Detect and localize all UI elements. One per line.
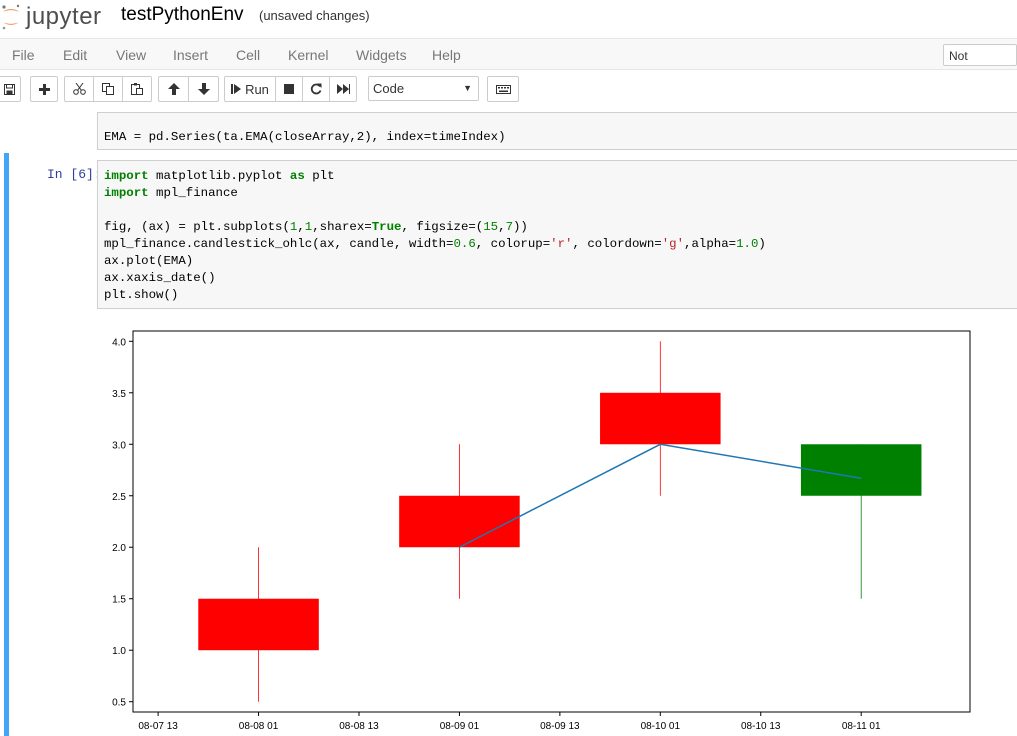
menu-cell[interactable]: Cell	[236, 47, 260, 63]
copy-button[interactable]	[93, 76, 123, 102]
menubar: File Edit View Insert Cell Kernel Widget…	[0, 38, 1017, 85]
save-status: (unsaved changes)	[259, 8, 370, 23]
move-down-button[interactable]	[188, 76, 219, 102]
x-tick-label: 08-07 13	[138, 721, 178, 732]
y-tick-label: 1.0	[112, 646, 126, 657]
paste-button[interactable]	[122, 76, 152, 102]
x-tick-label: 08-08 13	[339, 721, 379, 732]
code-line: fig, (ax) = plt.subplots(1,1,sharex=True…	[104, 220, 528, 234]
candlestick-chart: 0.5 1.0 1.5 2.0 2.5 3.0 3.5 4.0 08-07 13 08-08 01…	[112, 330, 971, 732]
arrow-down-icon	[197, 83, 210, 95]
y-tick-label: 3.0	[112, 440, 126, 451]
cell-type-value: Code	[373, 81, 405, 96]
x-tick-label: 08-10 01	[641, 721, 681, 732]
paste-icon	[131, 83, 143, 95]
save-button[interactable]	[0, 76, 21, 102]
interrupt-button[interactable]	[275, 76, 303, 102]
code-block: import matplotlib.pyplot as plt import mp…	[104, 168, 766, 304]
code-line: ​	[104, 202, 766, 219]
code-line: ax.xaxis_date()	[104, 271, 216, 285]
run-button[interactable]: Run	[224, 76, 276, 102]
notebook-name[interactable]: testPythonEnv	[121, 4, 244, 26]
notebook-container: EMA = pd.Series(ta.EMA(closeArray,2), in…	[0, 108, 1017, 736]
keyboard-icon	[495, 84, 511, 94]
move-up-button[interactable]	[158, 76, 189, 102]
code-line: import matplotlib.pyplot as plt	[104, 169, 335, 183]
previous-cell-input[interactable]: EMA = pd.Series(ta.EMA(closeArray,2), in…	[97, 112, 1017, 150]
menu-insert[interactable]: Insert	[173, 47, 208, 63]
plus-icon	[38, 83, 50, 95]
code-line: mpl_finance.candlestick_ohlc(ax, candle,…	[104, 237, 766, 251]
arrow-up-icon	[167, 83, 180, 95]
logo-text: jupyter	[26, 3, 102, 30]
y-tick-label: 3.5	[112, 389, 126, 400]
cut-button[interactable]	[64, 76, 94, 102]
candle-body	[198, 598, 319, 651]
restart-button[interactable]	[302, 76, 330, 102]
code-line: EMA = pd.Series(ta.EMA(closeArray,2), in…	[104, 130, 506, 144]
toolbar: Run Code ▼	[0, 70, 1017, 108]
move-button-group	[158, 76, 219, 102]
candle-body	[800, 444, 922, 496]
x-tick-label: 08-08 01	[239, 721, 279, 732]
x-tick-label: 08-11 01	[842, 721, 881, 732]
chevron-down-icon: ▼	[463, 83, 472, 93]
cut-icon	[72, 83, 86, 95]
code-line: import mpl_finance	[104, 186, 238, 200]
cell-input-editor[interactable]: import matplotlib.pyplot as plt import mp…	[97, 160, 1017, 309]
x-tick-label: 08-09 13	[540, 721, 580, 732]
run-button-group: Run	[224, 76, 357, 102]
menu-kernel[interactable]: Kernel	[288, 47, 328, 63]
jupyter-logo[interactable]: jupyter	[0, 2, 102, 32]
menu-help[interactable]: Help	[432, 47, 461, 63]
x-tick-label: 08-10 13	[741, 721, 781, 732]
jupyter-logo-icon	[2, 4, 20, 30]
menu-edit[interactable]: Edit	[63, 47, 87, 63]
not-trusted-button[interactable]: Not Trusted	[943, 44, 1017, 85]
fast-forward-icon	[336, 84, 350, 94]
code-line: ax.plot(EMA)	[104, 254, 194, 268]
y-tick-label: 1.5	[112, 595, 126, 606]
step-forward-icon	[231, 84, 242, 94]
y-tick-label: 4.0	[112, 337, 126, 348]
restart-run-all-button[interactable]	[329, 76, 357, 102]
command-palette-button[interactable]	[487, 76, 519, 102]
y-tick-label: 2.5	[112, 492, 126, 503]
header: jupyter testPythonEnv (unsaved changes)	[0, 0, 1017, 38]
edit-button-group	[64, 76, 152, 102]
save-icon	[4, 83, 15, 95]
menu-widgets[interactable]: Widgets	[356, 47, 407, 63]
x-tick-label: 08-09 01	[440, 721, 480, 732]
insert-cell-button[interactable]	[30, 76, 58, 102]
stop-icon	[284, 84, 294, 94]
y-tick-label: 2.0	[112, 543, 126, 554]
input-prompt: In [6]:	[47, 167, 102, 182]
menu-file[interactable]: File	[12, 47, 35, 63]
candle-body	[600, 392, 721, 445]
menu-view[interactable]: View	[116, 47, 146, 63]
cell-type-select[interactable]: Code ▼	[368, 76, 479, 101]
code-line: plt.show()	[104, 288, 179, 302]
copy-icon	[102, 83, 114, 95]
restart-icon	[310, 83, 322, 95]
run-label: Run	[245, 81, 269, 97]
y-tick-label: 0.5	[112, 698, 126, 709]
candle-body	[399, 495, 520, 548]
